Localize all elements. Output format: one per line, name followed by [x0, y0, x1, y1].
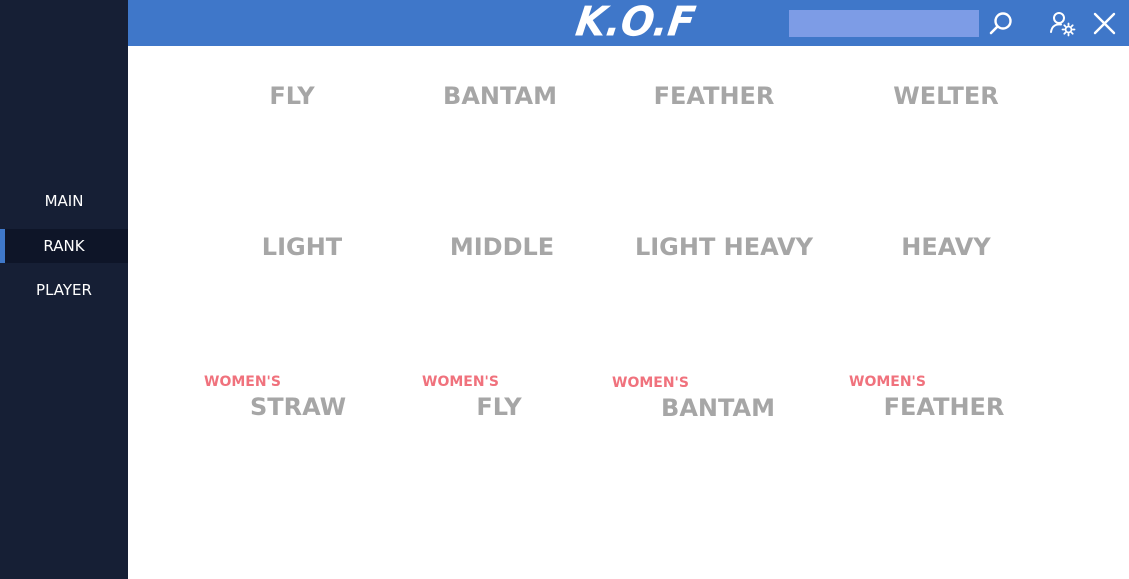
search-icon[interactable]	[986, 9, 1016, 39]
womens-prefix: WOMEN'S	[204, 374, 281, 390]
division-middle[interactable]: MIDDLE	[432, 233, 572, 261]
user-settings-icon[interactable]	[1048, 9, 1078, 39]
womens-prefix: WOMEN'S	[612, 375, 689, 391]
division-womens-feather[interactable]: FEATHER	[868, 393, 1020, 421]
sidebar-item-main[interactable]: MAIN	[0, 184, 128, 218]
division-feather[interactable]: FEATHER	[634, 82, 794, 110]
division-heavy[interactable]: HEAVY	[876, 233, 1016, 261]
app-logo: K.O.F	[572, 0, 699, 47]
division-womens-straw[interactable]: STRAW	[228, 393, 368, 421]
sidebar-item-player[interactable]: PLAYER	[0, 273, 128, 307]
close-icon[interactable]	[1090, 9, 1120, 39]
division-light-heavy[interactable]: LIGHT HEAVY	[624, 233, 824, 261]
active-indicator	[0, 229, 5, 263]
division-fly[interactable]: FLY	[222, 82, 362, 110]
sidebar: MAIN RANK PLAYER	[0, 0, 128, 579]
division-bantam[interactable]: BANTAM	[430, 82, 570, 110]
division-womens-fly[interactable]: FLY	[449, 393, 549, 421]
sidebar-item-rank[interactable]: RANK	[0, 229, 128, 263]
sidebar-item-label: MAIN	[44, 192, 84, 210]
search-input[interactable]	[789, 10, 979, 37]
top-bar: K.O.F	[128, 0, 1129, 46]
sidebar-item-label: RANK	[43, 237, 85, 255]
womens-prefix: WOMEN'S	[849, 374, 926, 390]
division-light[interactable]: LIGHT	[232, 233, 372, 261]
division-welter[interactable]: WELTER	[876, 82, 1016, 110]
womens-prefix: WOMEN'S	[422, 374, 499, 390]
division-womens-bantam[interactable]: BANTAM	[648, 394, 788, 422]
sidebar-item-label: PLAYER	[36, 281, 92, 299]
